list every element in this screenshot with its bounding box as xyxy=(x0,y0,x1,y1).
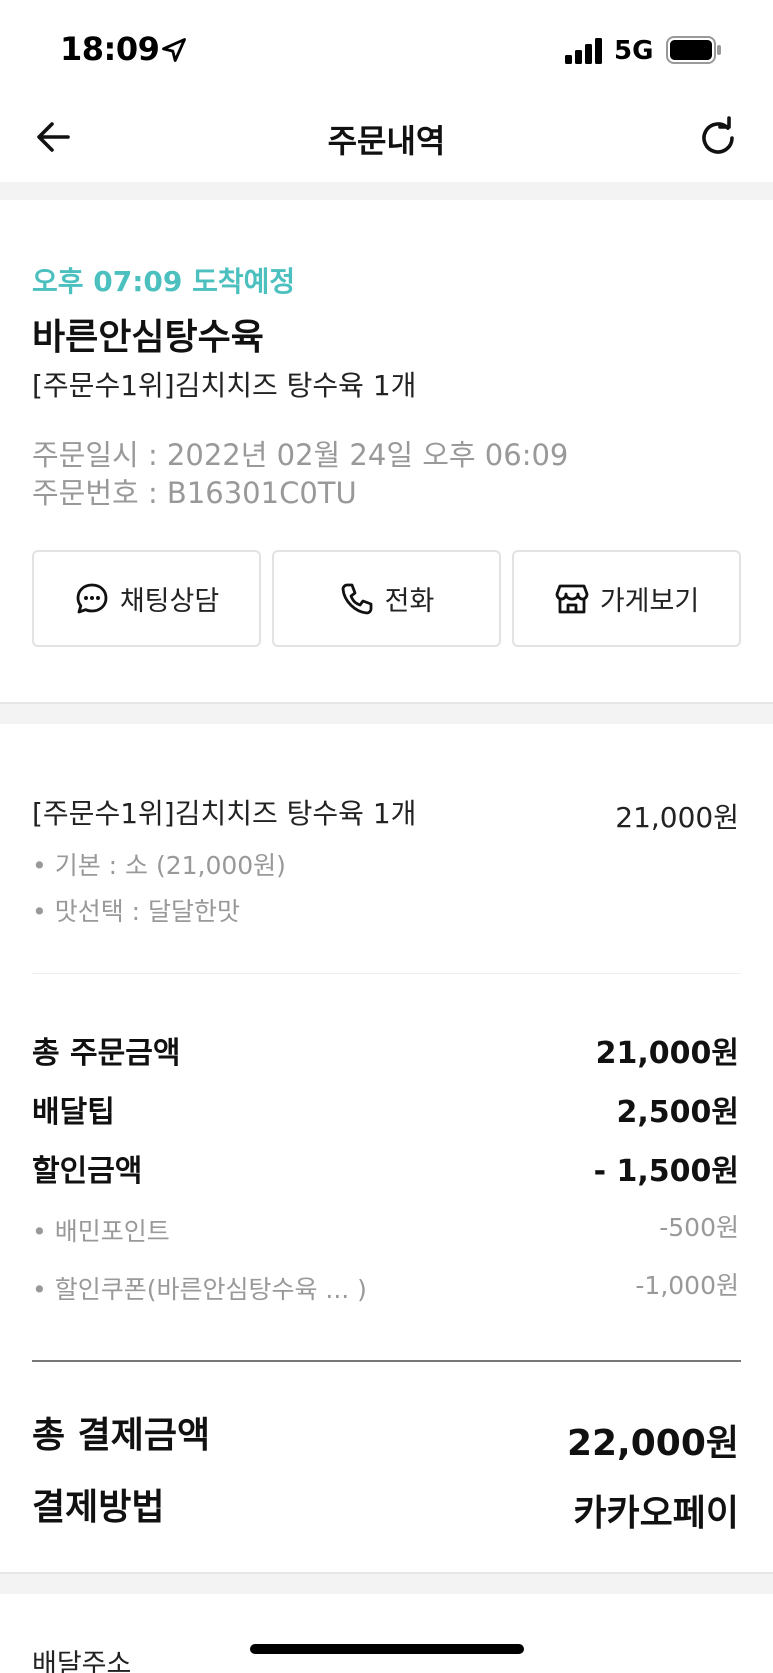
view-store-label: 가게보기 xyxy=(599,586,700,617)
call-button[interactable]: 전화 xyxy=(272,550,501,647)
page-title: 주문내역 xyxy=(327,122,446,160)
status-time: 18:09 xyxy=(60,30,160,68)
delivery-tip-label: 배달팁 xyxy=(32,1095,115,1130)
location-arrow-icon xyxy=(162,38,186,62)
coupon-discount-label: • 할인쿠폰(바른안심탕수육 ... ) xyxy=(32,1275,367,1304)
delivery-tip-value: 2,500원 xyxy=(616,1095,740,1130)
chat-consult-label: 채팅상담 xyxy=(119,586,220,617)
payment-method-value: 카카오페이 xyxy=(573,1493,739,1534)
item-option: • 기본 : 소 (21,000원) xyxy=(32,851,286,880)
home-indicator[interactable] xyxy=(250,1644,524,1654)
item-price: 21,000원 xyxy=(615,801,739,834)
payment-method-label: 결제방법 xyxy=(32,1487,165,1528)
order-summary: [주문수1위]김치치즈 탕수육 1개 xyxy=(32,369,417,402)
section-divider xyxy=(0,702,773,724)
battery-full-icon xyxy=(666,36,721,64)
total-payment-label: 총 결제금액 xyxy=(32,1415,211,1456)
section-divider xyxy=(0,182,773,200)
delivery-address-label: 배달주소 xyxy=(32,1649,132,1673)
total-order-value: 21,000원 xyxy=(595,1036,739,1071)
coupon-discount-value: -1,000원 xyxy=(635,1271,739,1300)
item-option: • 맛선택 : 달달한맛 xyxy=(32,897,241,926)
points-discount-label: • 배민포인트 xyxy=(32,1217,170,1246)
refresh-icon[interactable] xyxy=(696,116,740,160)
chat-consult-button[interactable]: 채팅상담 xyxy=(32,550,261,647)
status-bar: 18:09 5G xyxy=(0,0,773,100)
item-divider xyxy=(32,973,741,974)
points-discount-value: -500원 xyxy=(659,1213,739,1242)
discount-label: 할인금액 xyxy=(32,1154,143,1189)
app-header: 주문내역 xyxy=(0,100,773,182)
chat-bubble-icon xyxy=(76,583,108,613)
total-payment-value: 22,000원 xyxy=(566,1423,739,1464)
total-order-label: 총 주문금액 xyxy=(32,1036,181,1071)
store-icon xyxy=(555,584,589,613)
section-divider xyxy=(0,1572,773,1594)
view-store-button[interactable]: 가게보기 xyxy=(512,550,741,647)
order-datetime: 주문일시 : 2022년 02월 24일 오후 06:09 xyxy=(32,438,569,472)
order-number: 주문번호 : B16301C0TU xyxy=(32,476,357,510)
signal-bars-icon xyxy=(565,38,602,64)
total-divider xyxy=(32,1360,741,1362)
item-name: [주문수1위]김치치즈 탕수육 1개 xyxy=(32,797,417,830)
discount-value: - 1,500원 xyxy=(593,1154,739,1189)
arrival-eta: 오후 07:09 도착예정 xyxy=(32,265,296,298)
call-label: 전화 xyxy=(384,586,435,617)
store-name: 바른안심탕수육 xyxy=(32,317,264,358)
phone-icon xyxy=(341,583,373,614)
network-type: 5G xyxy=(614,36,654,66)
